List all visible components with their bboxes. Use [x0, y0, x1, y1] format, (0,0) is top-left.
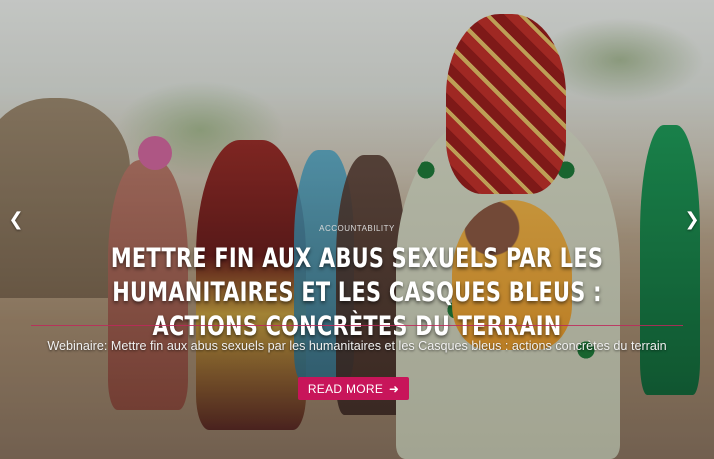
read-more-label: READ MORE — [307, 382, 384, 396]
title-divider — [31, 325, 683, 326]
read-more-button[interactable]: READ MORE ➜ — [298, 377, 409, 400]
slide-subtitle: Webinaire: Mettre fin aux abus sexuels p… — [47, 339, 667, 353]
arrow-right-icon: ➜ — [385, 382, 400, 396]
category-label[interactable]: ACCOUNTABILITY — [0, 224, 714, 233]
hero-slider: ❮ ❯ ACCOUNTABILITY METTRE FIN AUX ABUS S… — [0, 0, 714, 459]
slide-title[interactable]: METTRE FIN AUX ABUS SEXUELS PAR LES HUMA… — [67, 242, 647, 344]
